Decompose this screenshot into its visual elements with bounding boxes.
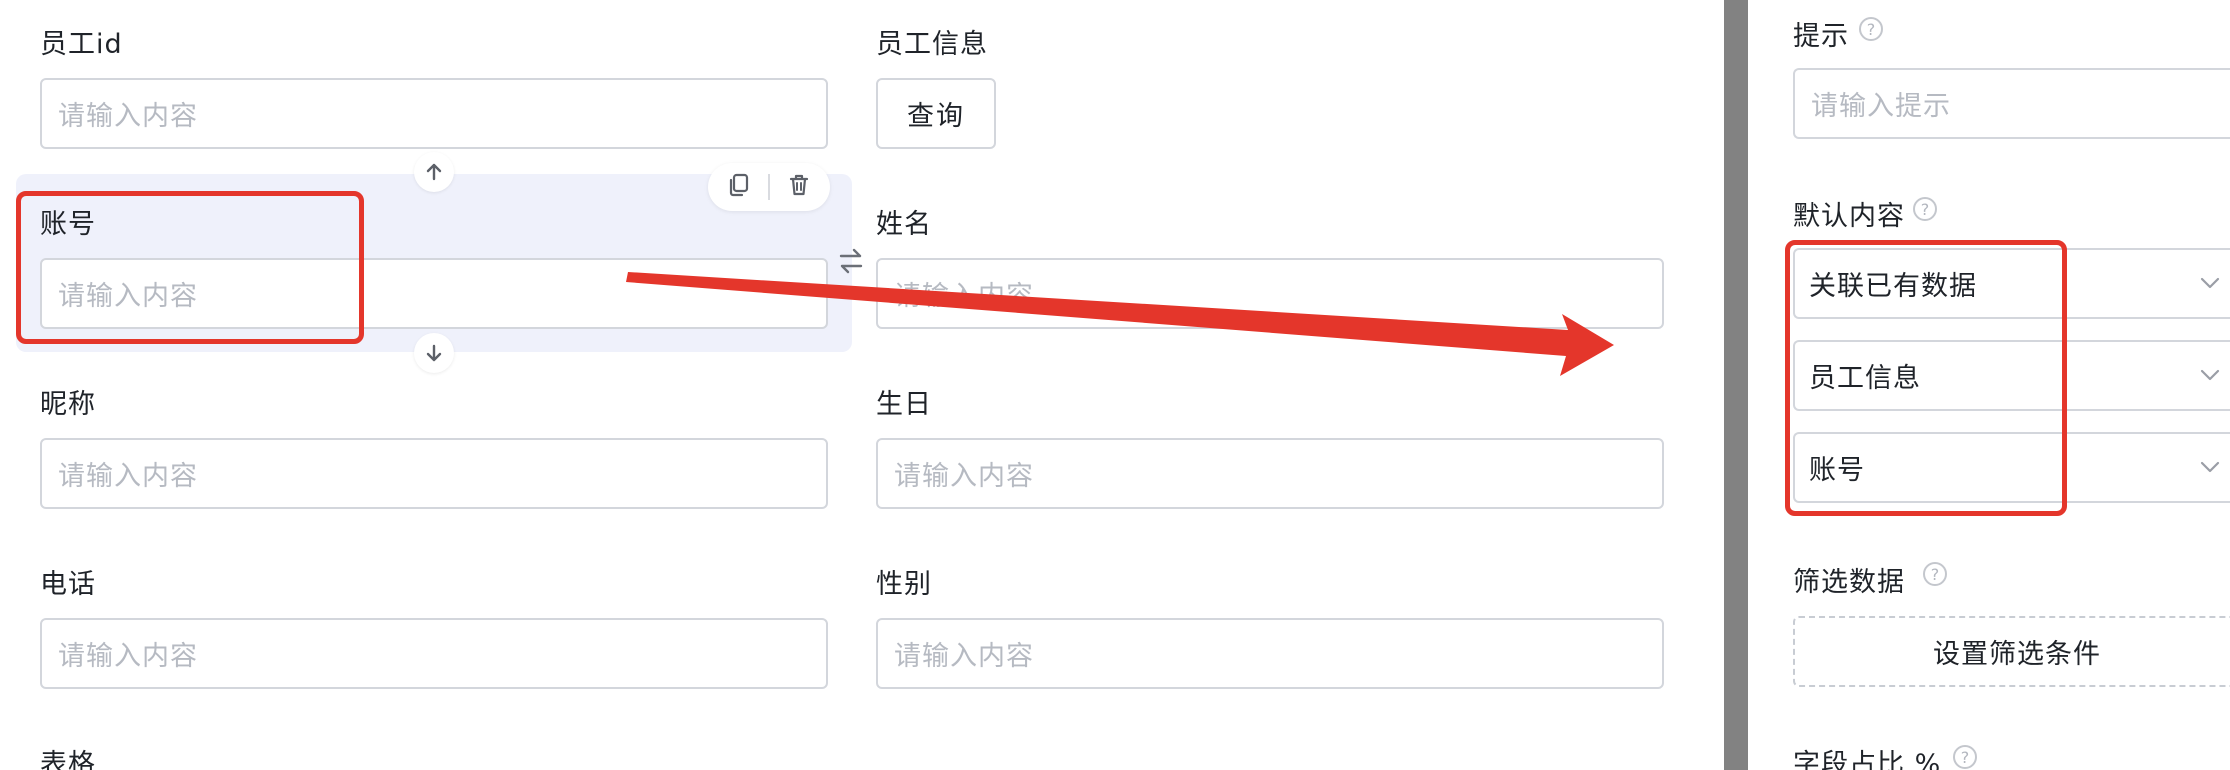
annotation-arrow-shape bbox=[626, 272, 1614, 376]
annotation-arrow bbox=[626, 272, 1614, 376]
